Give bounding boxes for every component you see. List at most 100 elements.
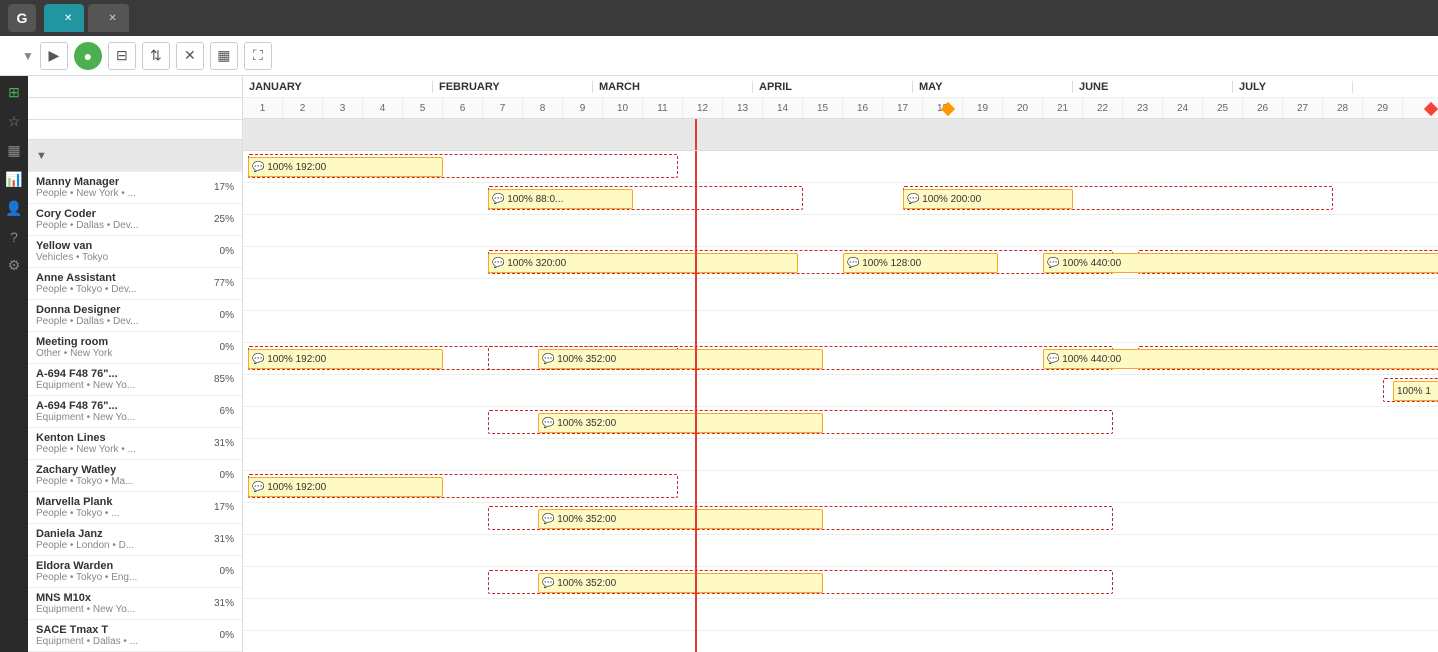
- gantt-bar[interactable]: 💬 100% 192:00: [248, 477, 443, 497]
- toolbar: ▼ ▶ ● ⊟ ⇅ ✕ ▦ ⛶: [0, 36, 1438, 76]
- gantt-bar[interactable]: 💬 100% 192:00: [248, 349, 443, 369]
- section-toggle[interactable]: ▼: [36, 150, 47, 162]
- resource-pct: 0%: [206, 342, 234, 353]
- resource-name: A-694 F48 76"...: [36, 368, 206, 380]
- close-icon[interactable]: ✕: [108, 13, 116, 24]
- day-cell: 12: [683, 98, 723, 118]
- resource-row[interactable]: Kenton Lines People • New York • ... 31%: [28, 428, 242, 460]
- day-cell: 20: [1003, 98, 1043, 118]
- help-icon[interactable]: ?: [10, 229, 18, 245]
- resource-row[interactable]: A-694 F48 76"... Equipment • New Yo... 6…: [28, 396, 242, 428]
- days-row: 1234567891011121314151617181920212223242…: [243, 98, 1438, 118]
- day-cell: 7: [483, 98, 523, 118]
- resource-info: A-694 F48 76"... Equipment • New Yo...: [36, 400, 206, 423]
- gantt-row: [243, 439, 1438, 471]
- home-icon[interactable]: ⊞: [8, 84, 20, 101]
- resource-pct: 25%: [206, 214, 234, 225]
- main-content: ⊞ ☆ ▦ 📊 👤 ? ⚙: [0, 76, 1438, 652]
- resource-sub: Other • New York: [36, 348, 196, 359]
- resource-row[interactable]: Manny Manager People • New York • ... 17…: [28, 172, 242, 204]
- resource-info: MNS M10x Equipment • New Yo...: [36, 592, 206, 615]
- sort-button[interactable]: ⇅: [142, 42, 170, 70]
- resource-row[interactable]: Cory Coder People • Dallas • Dev... 25%: [28, 204, 242, 236]
- day-cell: 11: [643, 98, 683, 118]
- resource-info: Cory Coder People • Dallas • Dev...: [36, 208, 206, 231]
- resource-sub: Equipment • New Yo...: [36, 412, 196, 423]
- resource-sub: People • Tokyo • ...: [36, 508, 196, 519]
- resource-pct: 85%: [206, 374, 234, 385]
- resource-row[interactable]: MNS M10x Equipment • New Yo... 31%: [28, 588, 242, 620]
- grid-icon[interactable]: ▦: [7, 142, 20, 159]
- resource-name: Marvella Plank: [36, 496, 206, 508]
- gantt-bar[interactable]: 💬 100% 352:00: [538, 509, 823, 529]
- gantt-row: 💬 100% 192:00 💬 100% 352:00 💬 100% 440:00: [243, 343, 1438, 375]
- resource-row[interactable]: Anne Assistant People • Tokyo • Dev... 7…: [28, 268, 242, 300]
- resource-row[interactable]: Zachary Watley People • Tokyo • Ma... 0%: [28, 460, 242, 492]
- day-cell: 5: [403, 98, 443, 118]
- play-button[interactable]: ▶: [40, 42, 68, 70]
- gantt-row: 💬 100% 352:00: [243, 567, 1438, 599]
- indent-button[interactable]: ⊟: [108, 42, 136, 70]
- gantt-bar[interactable]: 💬 100% 352:00: [538, 413, 823, 433]
- sidebar-icons: ⊞ ☆ ▦ 📊 👤 ? ⚙: [0, 76, 28, 652]
- filter-clear-button[interactable]: ✕: [176, 42, 204, 70]
- resource-info: Meeting room Other • New York: [36, 336, 206, 359]
- star-icon[interactable]: ☆: [8, 113, 21, 130]
- resource-pct: 0%: [206, 470, 234, 481]
- gantt-bar[interactable]: 💬 100% 440:00: [1043, 349, 1438, 369]
- resource-sub: People • Tokyo • Ma...: [36, 476, 196, 487]
- gantt-row: 💬 100% 352:00: [243, 407, 1438, 439]
- resource-pct: 31%: [206, 598, 234, 609]
- gantt-bar[interactable]: 💬 100% 440:00: [1043, 253, 1438, 273]
- gantt-bar[interactable]: 100% 1: [1393, 381, 1438, 401]
- day-cell: 10: [603, 98, 643, 118]
- chart-icon[interactable]: 📊: [5, 171, 22, 188]
- resource-info: Donna Designer People • Dallas • Dev...: [36, 304, 206, 327]
- tab-project-235[interactable]: ✕: [88, 4, 128, 32]
- day-cell: 29: [1363, 98, 1403, 118]
- resource-row[interactable]: Marvella Plank People • Tokyo • ... 17%: [28, 492, 242, 524]
- resource-name: Zachary Watley: [36, 464, 206, 476]
- gantt-bar[interactable]: 💬 100% 352:00: [538, 573, 823, 593]
- month-may: MAY: [913, 81, 1073, 93]
- resource-row[interactable]: Yellow van Vehicles • Tokyo 0%: [28, 236, 242, 268]
- resource-info: A-694 F48 76"... Equipment • New Yo...: [36, 368, 206, 391]
- resource-row[interactable]: A-694 F48 76"... Equipment • New Yo... 8…: [28, 364, 242, 396]
- resource-row[interactable]: Meeting room Other • New York 0%: [28, 332, 242, 364]
- tab-resource-allocation[interactable]: ✕: [44, 4, 84, 32]
- resource-pct: 17%: [206, 502, 234, 513]
- gantt-bar[interactable]: 💬 100% 200:00: [903, 189, 1073, 209]
- month-january: JANUARY: [243, 81, 433, 93]
- month-june: JUNE: [1073, 81, 1233, 93]
- green-circle-button[interactable]: ●: [74, 42, 102, 70]
- resource-info: Marvella Plank People • Tokyo • ...: [36, 496, 206, 519]
- resource-name: Meeting room: [36, 336, 206, 348]
- resource-info: Kenton Lines People • New York • ...: [36, 432, 206, 455]
- calendar-view-button[interactable]: ▦: [210, 42, 238, 70]
- resource-name: Yellow van: [36, 240, 206, 252]
- person-icon[interactable]: 👤: [5, 200, 22, 217]
- close-icon[interactable]: ✕: [64, 13, 72, 24]
- resource-name: Kenton Lines: [36, 432, 206, 444]
- settings-icon[interactable]: ⚙: [8, 257, 21, 274]
- gantt-row: [243, 599, 1438, 631]
- gantt-bar[interactable]: 💬 100% 320:00: [488, 253, 798, 273]
- resource-sub: People • New York • ...: [36, 188, 196, 199]
- resource-row[interactable]: Donna Designer People • Dallas • Dev... …: [28, 300, 242, 332]
- gantt-bar[interactable]: 💬 100% 352:00: [538, 349, 823, 369]
- resource-info: Zachary Watley People • Tokyo • Ma...: [36, 464, 206, 487]
- gantt-bar[interactable]: 💬 100% 128:00: [843, 253, 998, 273]
- gantt-bar[interactable]: 💬 100% 88:0...: [488, 189, 633, 209]
- day-cell: 15: [803, 98, 843, 118]
- project-dropdown[interactable]: ▼: [22, 49, 34, 63]
- gantt-area: JANUARY FEBRUARY MARCH APRIL MAY JUNE JU…: [243, 76, 1438, 652]
- fullscreen-button[interactable]: ⛶: [244, 42, 272, 70]
- resource-row[interactable]: Eldora Warden People • Tokyo • Eng... 0%: [28, 556, 242, 588]
- resource-row[interactable]: SACE Tmax T Equipment • Dallas • ... 0%: [28, 620, 242, 652]
- resource-pct: 31%: [206, 438, 234, 449]
- resource-row[interactable]: Daniela Janz People • London • D... 31%: [28, 524, 242, 556]
- day-cell: 23: [1123, 98, 1163, 118]
- gantt-bar[interactable]: 💬 100% 192:00: [248, 157, 443, 177]
- resource-pct: 0%: [206, 310, 234, 321]
- gantt-row: [243, 535, 1438, 567]
